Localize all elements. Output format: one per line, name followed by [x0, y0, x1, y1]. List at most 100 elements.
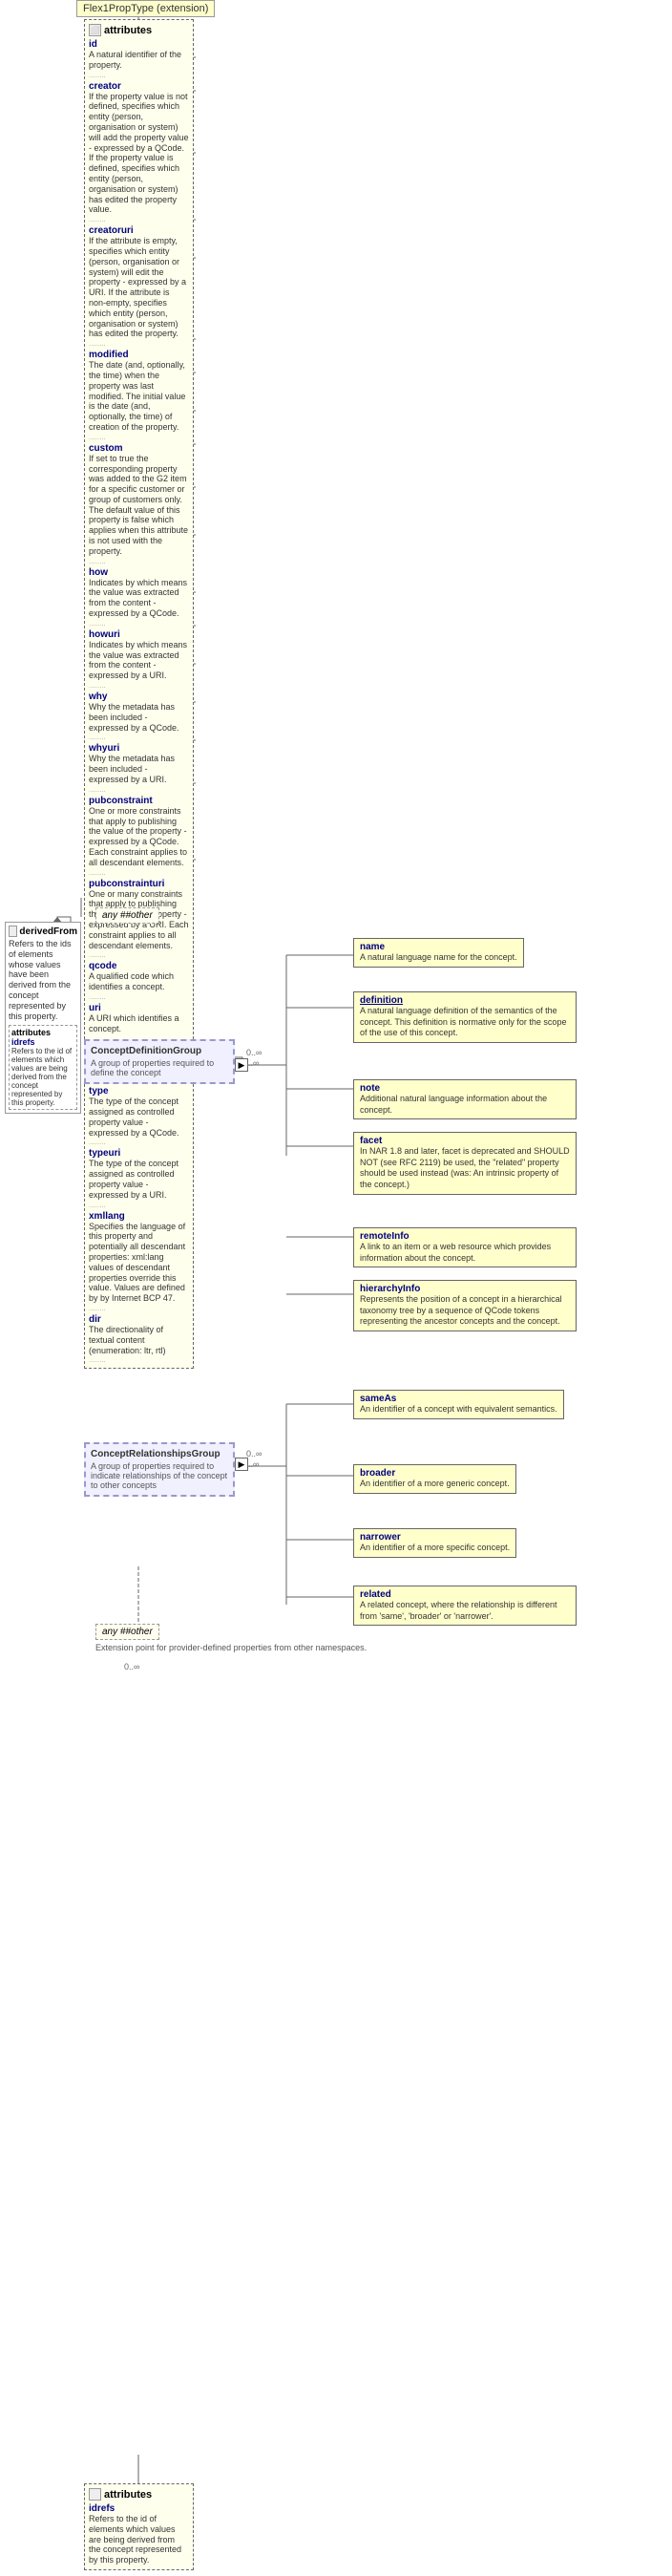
prop-hierarchyinfo-label: hierarchyInfo: [360, 1284, 570, 1294]
prop-name-box: name A natural language name for the con…: [353, 938, 524, 968]
attr-id-dots: ........: [89, 71, 189, 79]
attr-whyuri: whyuri Why the metadata has been include…: [89, 743, 189, 793]
attr-uri-name: uri: [89, 1003, 189, 1013]
prop-narrower-box: narrower An identifier of a more specifi…: [353, 1528, 516, 1558]
attr-qcode-desc: A qualified code which identifies a conc…: [89, 971, 189, 992]
attr-typeuri: typeuri The type of the concept assigned…: [89, 1148, 189, 1208]
attr-qcode-name: qcode: [89, 961, 189, 971]
prop-note-label: note: [360, 1083, 570, 1094]
prop-related-label: related: [360, 1589, 570, 1600]
attr-why-name: why: [89, 692, 189, 702]
attr-whyuri-name: whyuri: [89, 743, 189, 754]
attr-creatoruri: creatoruri If the attribute is empty, sp…: [89, 225, 189, 348]
seq-indicator-rel: ▶: [235, 1458, 248, 1471]
attr-dir-desc: The directionality of textual content (e…: [89, 1325, 189, 1355]
bottom-ext-mult: 0..∞: [124, 1662, 139, 1671]
attr-creatoruri-desc: If the attribute is empty, specifies whi…: [89, 236, 189, 339]
attr-xmllang-name: xmllang: [89, 1211, 189, 1222]
prop-remoteinfo-desc: A link to an item or a web resource whic…: [360, 1242, 570, 1264]
prop-hierarchyinfo-desc: Represents the position of a concept in …: [360, 1294, 570, 1328]
prop-facet-label: facet: [360, 1136, 570, 1146]
attr-typeuri-desc: The type of the concept assigned as cont…: [89, 1159, 189, 1200]
attr-custom-name: custom: [89, 443, 189, 454]
attr-howuri-desc: Indicates by which means the value was e…: [89, 640, 189, 681]
attributes-box-top: ⬜ attributes id A natural identifier of …: [84, 19, 194, 1369]
attr-pubconstraint: pubconstraint One or more constraints th…: [89, 796, 189, 877]
prop-note-box: note Additional natural language informa…: [353, 1079, 577, 1119]
attr-creator-desc: If the property value is not defined, sp…: [89, 92, 189, 216]
prop-remoteinfo-label: remoteInfo: [360, 1231, 570, 1242]
attr-xmllang-desc: Specifies the language of this property …: [89, 1222, 189, 1304]
attr-custom: custom If set to true the corresponding …: [89, 443, 189, 565]
attr-bottom-idrefs: idrefs Refers to the id of elements whic…: [89, 2503, 189, 2565]
concept-def-desc: A group of properties required to define…: [91, 1058, 228, 1077]
prop-note-desc: Additional natural language information …: [360, 1094, 570, 1116]
prop-definition-box: definition A natural language definition…: [353, 991, 577, 1043]
attributes-label: attributes: [104, 25, 152, 36]
attr-uri-desc: A URI which identifies a concept.: [89, 1013, 189, 1034]
attr-why: why Why the metadata has been included -…: [89, 692, 189, 741]
prop-facet-box: facet In NAR 1.8 and later, facet is dep…: [353, 1132, 577, 1195]
prop-name-label: name: [360, 942, 517, 952]
prop-name-desc: A natural language name for the concept.: [360, 952, 517, 964]
attr-modified-name: modified: [89, 350, 189, 360]
svg-text:0..∞: 0..∞: [246, 1048, 262, 1057]
any-other-bottom: any ##other: [95, 1624, 159, 1640]
attr-custom-desc: If set to true the corresponding propert…: [89, 454, 189, 557]
attr-howuri-name: howuri: [89, 629, 189, 640]
prop-sameas-desc: An identifier of a concept with equivale…: [360, 1404, 557, 1416]
attr-typeuri-name: typeuri: [89, 1148, 189, 1159]
attr-creator-name: creator: [89, 81, 189, 92]
attr-id-name: id: [89, 39, 189, 50]
attr-modified: modified The date (and, optionally, the …: [89, 350, 189, 441]
prop-related-desc: A related concept, where the relationshi…: [360, 1600, 570, 1622]
attr-idrefs-name: idrefs: [89, 2503, 189, 2514]
attr-howuri: howuri Indicates by which means the valu…: [89, 629, 189, 690]
prop-facet-desc: In NAR 1.8 and later, facet is deprecate…: [360, 1146, 570, 1191]
attr-dir-name: dir: [89, 1314, 189, 1325]
attr-idrefs-desc: Refers to the id of elements which value…: [89, 2514, 189, 2565]
prop-remoteinfo-box: remoteInfo A link to an item or a web re…: [353, 1227, 577, 1267]
concept-def-label: ConceptDefinitionGroup: [91, 1046, 228, 1056]
attributes-bottom-label: attributes: [104, 2489, 152, 2501]
svg-text:0..∞: 0..∞: [246, 1449, 262, 1458]
attr-id: id A natural identifier of the property.…: [89, 39, 189, 79]
attr-modified-desc: The date (and, optionally, the time) whe…: [89, 360, 189, 433]
attr-pubconstraint-desc: One or more constraints that apply to pu…: [89, 806, 189, 868]
attr-creatoruri-name: creatoruri: [89, 225, 189, 236]
derived-from-attributes: attributes idrefs Refers to the id of el…: [9, 1025, 77, 1110]
prop-narrower-label: narrower: [360, 1532, 510, 1543]
extension-label: Extension point for provider-defined pro…: [95, 1643, 367, 1652]
attr-type-name: type: [89, 1086, 189, 1096]
attr-uri: uri A URI which identifies a concept. ..…: [89, 1003, 189, 1043]
attributes-bottom-header: attributes: [89, 2488, 189, 2501]
title-bar: Flex1PropType (extension): [76, 0, 215, 17]
any-other-top-label: any ##other: [102, 910, 153, 921]
concept-definition-group: ConceptDefinitionGroup A group of proper…: [84, 1039, 235, 1084]
derived-from-attr-id: idrefs: [11, 1037, 74, 1047]
derived-from-label: derivedFrom: [19, 926, 77, 937]
attr-qcode: qcode A qualified code which identifies …: [89, 961, 189, 1001]
concept-relationships-group: ConceptRelationshipsGroup A group of pro…: [84, 1442, 235, 1497]
attr-xmllang: xmllang Specifies the language of this p…: [89, 1211, 189, 1312]
prop-narrower-desc: An identifier of a more specific concept…: [360, 1543, 510, 1554]
attr-bottom-icon: [89, 2488, 101, 2501]
attr-id-desc: A natural identifier of the property.: [89, 50, 189, 71]
prop-related-box: related A related concept, where the rel…: [353, 1586, 577, 1626]
attr-why-desc: Why the metadata has been included - exp…: [89, 702, 189, 733]
prop-sameas-label: sameAs: [360, 1394, 557, 1404]
attr-how-name: how: [89, 567, 189, 578]
concept-rel-desc: A group of properties required to indica…: [91, 1461, 228, 1490]
attr-creator: creator If the property value is not def…: [89, 81, 189, 224]
derived-from-desc: Refers to the ids of elements whose valu…: [9, 939, 77, 1021]
derived-from-header: derivedFrom: [9, 926, 77, 937]
prop-definition-desc: A natural language definition of the sem…: [360, 1006, 570, 1039]
attr-type: type The type of the concept assigned as…: [89, 1086, 189, 1146]
title-text: Flex1PropType (extension): [83, 3, 208, 14]
attr-type-desc: The type of the concept assigned as cont…: [89, 1096, 189, 1138]
derived-from-attr-header: attributes: [11, 1028, 74, 1037]
attr-dir: dir The directionality of textual conten…: [89, 1314, 189, 1364]
prop-broader-box: broader An identifier of a more generic …: [353, 1464, 516, 1494]
any-other-top: any ##other: [95, 907, 159, 924]
prop-definition-label: definition: [360, 995, 570, 1006]
